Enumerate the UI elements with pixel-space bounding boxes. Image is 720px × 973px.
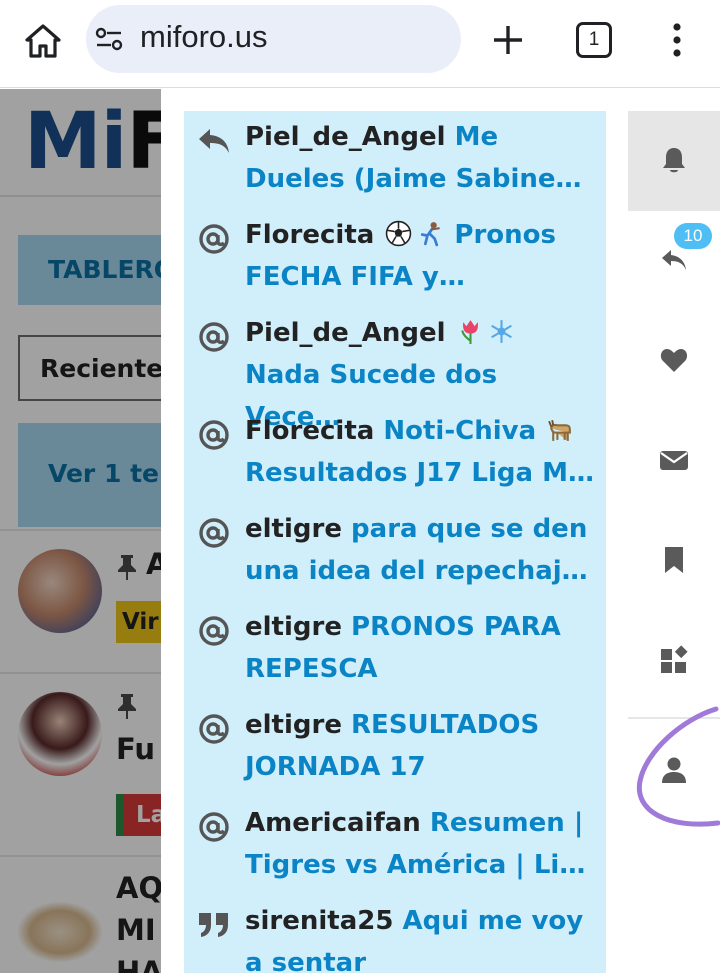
browser-toolbar: miforo.us 1 bbox=[0, 0, 720, 88]
soccer-ball-emoji bbox=[386, 220, 412, 247]
web-page: MiF TABLERO Recientes Ver 1 tema A Vir F… bbox=[0, 89, 720, 973]
tab-count: 1 bbox=[588, 29, 600, 50]
hand-drawn-circle-annotation bbox=[636, 706, 720, 827]
replies-tab[interactable]: 10 bbox=[628, 211, 720, 311]
snowflake-emoji bbox=[490, 320, 512, 343]
topic-title-line[interactable]: MI bbox=[116, 909, 156, 951]
bookmark-icon bbox=[665, 547, 683, 573]
pin-icon bbox=[118, 555, 136, 580]
other-notifications-tab[interactable] bbox=[628, 611, 720, 711]
notification-text: sirenita25 Aqui me voy a sentar bbox=[245, 900, 601, 973]
mention-icon bbox=[199, 714, 229, 744]
mention-icon bbox=[199, 224, 229, 254]
notification-title: Noti-Chiva bbox=[383, 416, 537, 446]
notification-list: Piel_de_Angel Me Dueles (Jaime Sabine… F… bbox=[184, 111, 606, 973]
mention-icon bbox=[199, 518, 229, 548]
address-bar[interactable]: miforo.us bbox=[86, 5, 461, 73]
home-icon[interactable] bbox=[22, 20, 64, 62]
reply-icon bbox=[662, 250, 686, 270]
topic-title-line[interactable]: HA bbox=[116, 951, 163, 973]
notification-user: Piel_de_Angel bbox=[245, 318, 446, 348]
tab-switcher-icon[interactable]: 1 bbox=[576, 22, 612, 58]
notification-item[interactable]: Florecita Pronos FECHA FIFA y… bbox=[184, 209, 606, 307]
notification-item[interactable]: eltigre para que se den una idea del rep… bbox=[184, 503, 606, 601]
pin-icon bbox=[118, 694, 136, 719]
site-logo[interactable]: MiF bbox=[24, 97, 180, 187]
sort-label: Recientes bbox=[40, 354, 179, 383]
messages-tab[interactable] bbox=[628, 411, 720, 511]
notification-item[interactable]: sirenita25 Aqui me voy a sentar bbox=[184, 895, 606, 973]
goat-emoji bbox=[548, 419, 572, 441]
notification-item[interactable]: Americaifan Resumen | Tigres vs América … bbox=[184, 797, 606, 895]
notification-text: eltigre para que se den una idea del rep… bbox=[245, 508, 601, 592]
notification-item[interactable]: eltigre PRONOS PARA REPESCA bbox=[184, 601, 606, 699]
notification-item[interactable]: Piel_de_Angel Nada Sucede dos Vece… bbox=[184, 307, 606, 432]
bell-icon bbox=[663, 148, 685, 173]
topic-title[interactable]: Fu bbox=[116, 728, 155, 770]
notification-user: eltigre bbox=[245, 710, 342, 740]
notification-item[interactable]: Florecita Noti-Chiva Resultados J17 Liga… bbox=[184, 405, 606, 503]
site-settings-icon[interactable] bbox=[94, 25, 124, 53]
more-menu-icon[interactable] bbox=[664, 22, 690, 58]
heart-icon bbox=[660, 349, 688, 372]
reply-icon bbox=[199, 129, 229, 153]
notification-user: Piel_de_Angel bbox=[245, 122, 446, 152]
replies-count-badge: 10 bbox=[674, 223, 712, 249]
notification-user: Florecita bbox=[245, 416, 375, 446]
avatar bbox=[18, 692, 102, 776]
notification-text: Americaifan Resumen | Tigres vs América … bbox=[245, 802, 601, 886]
mention-icon bbox=[199, 420, 229, 450]
notification-user: eltigre bbox=[245, 514, 342, 544]
mention-icon bbox=[199, 812, 229, 842]
notification-title-line2: Resultados J17 Liga M… bbox=[245, 458, 594, 488]
goalkeeper-emoji bbox=[421, 222, 441, 247]
notification-user: Americaifan bbox=[245, 808, 421, 838]
url-text: miforo.us bbox=[140, 19, 268, 54]
mention-icon bbox=[199, 616, 229, 646]
topic-title-line[interactable]: AQ bbox=[116, 867, 163, 909]
notification-item[interactable]: eltigre RESULTADOS JORNADA 17 bbox=[184, 699, 606, 797]
notification-text: eltigre RESULTADOS JORNADA 17 bbox=[245, 704, 601, 788]
widgets-icon bbox=[661, 645, 688, 673]
notification-text: Florecita Noti-Chiva Resultados J17 Liga… bbox=[245, 410, 601, 494]
mention-icon bbox=[199, 322, 229, 352]
notification-user: eltigre bbox=[245, 612, 342, 642]
notification-user: sirenita25 bbox=[245, 906, 394, 936]
notification-text: Florecita Pronos FECHA FIFA y… bbox=[245, 214, 601, 298]
nav-label: TABLERO bbox=[48, 255, 176, 284]
notification-user: Florecita bbox=[245, 220, 375, 250]
bookmarks-tab[interactable] bbox=[628, 511, 720, 611]
new-tab-icon[interactable] bbox=[488, 20, 528, 60]
notifications-panel: Piel_de_Angel Me Dueles (Jaime Sabine… F… bbox=[161, 89, 628, 973]
quote-icon bbox=[199, 913, 228, 937]
notifications-tab[interactable] bbox=[628, 111, 720, 211]
envelope-icon bbox=[660, 451, 688, 470]
notification-text: eltigre PRONOS PARA REPESCA bbox=[245, 606, 601, 690]
avatar bbox=[18, 549, 102, 633]
notification-text: Piel_de_Angel Me Dueles (Jaime Sabine… bbox=[245, 116, 601, 200]
tulip-emoji bbox=[460, 320, 478, 344]
avatar bbox=[18, 902, 102, 962]
notification-item[interactable]: Piel_de_Angel Me Dueles (Jaime Sabine… bbox=[184, 111, 606, 209]
likes-tab[interactable] bbox=[628, 311, 720, 411]
